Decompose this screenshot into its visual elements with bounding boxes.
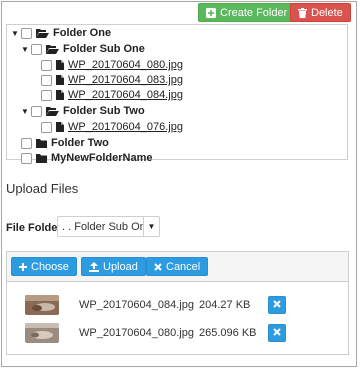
folder-label: Folder One [53,27,112,39]
folder-icon [36,138,47,148]
checkbox[interactable] [21,27,32,39]
file-name: WP_20170604_084.jpg [79,299,194,311]
file-size: 265.096 KB [199,327,257,339]
folder-open-icon [46,106,59,116]
upload-icon [89,261,99,272]
tree-node-folder-two[interactable]: Folder Two [21,136,109,150]
checkbox[interactable] [41,121,52,133]
upload-toolbar: Choose Upload Cancel [7,252,348,282]
cancel-button[interactable]: Cancel [146,257,209,276]
choose-button[interactable]: Choose [11,257,77,276]
file-thumbnail [25,295,59,315]
checkbox[interactable] [31,105,42,117]
file-link[interactable]: WP_20170604_076.jpg [68,121,183,133]
file-name: WP_20170604_080.jpg [79,327,194,339]
tree-node-my-new-folder[interactable]: MyNewFolderName [21,151,152,165]
upload-files-title: Upload Files [6,181,79,196]
file-folder-value: . . Folder Sub One [62,220,143,233]
folder-label: Folder Two [51,137,109,149]
trash-icon [298,7,307,18]
tree-node-folder-sub-one[interactable]: ▼ Folder Sub One [21,42,145,56]
file-folder-label: File Folder [6,222,62,234]
checkbox[interactable] [31,43,42,55]
plus-icon [19,262,27,271]
choose-label: Choose [31,260,69,273]
upload-file-row: WP_20170604_084.jpg 204.27 KB [7,294,348,316]
folder-open-icon [46,44,59,54]
folder-label: Folder Sub One [63,43,145,55]
file-icon [56,122,64,132]
file-link[interactable]: WP_20170604_080.jpg [68,59,183,71]
upload-button[interactable]: Upload [81,257,146,276]
caret-down-icon[interactable]: ▼ [11,29,19,38]
file-link[interactable]: WP_20170604_083.jpg [68,74,183,86]
file-icon [56,75,64,85]
tree-node-file[interactable]: WP_20170604_083.jpg [41,73,183,87]
tree-node-folder-one[interactable]: ▼ Folder One [11,26,111,40]
folder-icon [36,153,47,163]
file-thumbnail [25,323,59,343]
checkbox[interactable] [41,74,52,86]
tree-node-file[interactable]: WP_20170604_084.jpg [41,88,183,102]
tree-node-file[interactable]: WP_20170604_076.jpg [41,120,183,134]
close-icon [273,299,281,311]
file-icon [56,90,64,100]
file-icon [56,60,64,70]
file-folder-select[interactable]: . . Folder Sub One ▼ [57,216,160,237]
tree-node-folder-sub-two[interactable]: ▼ Folder Sub Two [21,104,145,118]
close-icon [154,262,162,271]
caret-down-icon[interactable]: ▼ [21,107,29,116]
upload-panel: Choose Upload Cancel WP_20170604_084.jpg… [6,251,349,355]
checkbox[interactable] [41,59,52,71]
delete-label: Delete [311,6,343,19]
remove-file-button[interactable] [268,296,286,314]
folder-open-icon [36,28,49,38]
plus-square-icon [206,7,216,18]
file-link[interactable]: WP_20170604_084.jpg [68,89,183,101]
create-folder-label: Create Folder [220,6,288,19]
close-icon [273,327,281,339]
caret-down-icon[interactable]: ▼ [143,217,159,236]
tree-node-file[interactable]: WP_20170604_080.jpg [41,58,183,72]
file-size: 204.27 KB [199,299,251,311]
delete-button[interactable]: Delete [290,3,351,22]
upload-label: Upload [103,260,138,273]
checkbox[interactable] [21,152,32,164]
folder-label: Folder Sub Two [63,105,145,117]
folder-tree: ▼ Folder One ▼ Folder Sub One WP_2017060… [6,24,348,164]
checkbox[interactable] [21,137,32,149]
caret-down-icon[interactable]: ▼ [21,45,29,54]
cancel-label: Cancel [166,260,201,273]
folder-label: MyNewFolderName [51,152,153,164]
upload-file-row: WP_20170604_080.jpg 265.096 KB [7,322,348,344]
remove-file-button[interactable] [268,324,286,342]
checkbox[interactable] [41,89,52,101]
create-folder-button[interactable]: Create Folder [198,3,296,22]
